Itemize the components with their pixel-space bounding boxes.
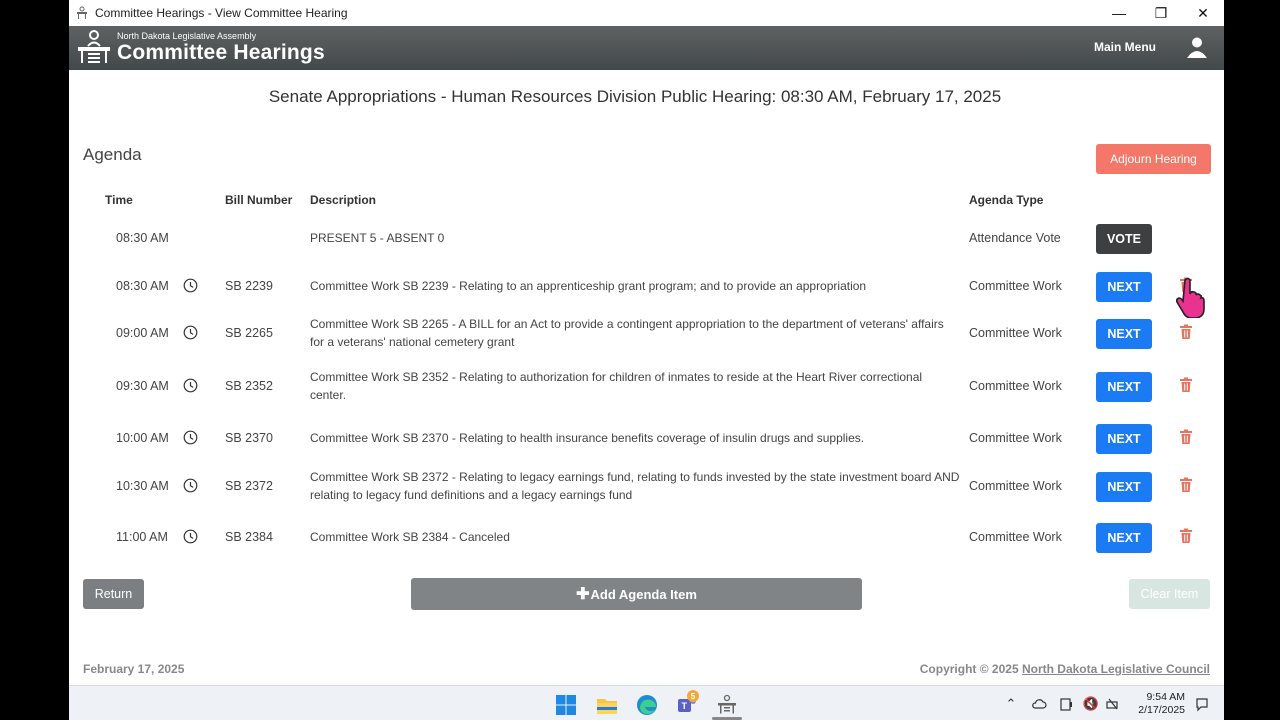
plus-icon: ✚	[576, 586, 590, 603]
edge-browser-icon[interactable]	[636, 694, 658, 716]
add-agenda-item-label: Add Agenda Item	[590, 586, 697, 602]
trash-icon[interactable]	[1179, 377, 1193, 393]
hearing-title: Senate Appropriations - Human Resources …	[268, 87, 1002, 106]
row-time: 11:00 AM	[116, 530, 168, 544]
next-button[interactable]: NEXT	[1096, 472, 1152, 502]
agenda-heading: Agenda	[83, 145, 142, 164]
footer-date: February 17, 2025	[83, 662, 185, 676]
app-window: Committee Hearings - View Committee Hear…	[69, 0, 1224, 720]
brand[interactable]: North Dakota Legislative Assembly Commit…	[75, 28, 325, 66]
next-button[interactable]: NEXT	[1096, 424, 1152, 454]
app-name: Committee Hearings	[117, 41, 325, 64]
row-time: 10:30 AM	[116, 479, 169, 493]
volume-muted-icon[interactable]: 🔇	[1083, 696, 1099, 712]
table-row: 10:30 AM SB 2372 Committee Work SB 2372 - …	[69, 463, 1224, 509]
vote-button[interactable]: VOTE	[1096, 224, 1152, 254]
row-description: Committee Work SB 2384 - Canceled	[310, 530, 510, 544]
main-menu-link[interactable]: Main Menu	[1094, 40, 1156, 54]
app-header: North Dakota Legislative Assembly Commit…	[69, 26, 1224, 70]
col-time: Time	[105, 193, 133, 207]
col-description: Description	[310, 193, 377, 207]
network-icon[interactable]	[1105, 696, 1121, 712]
row-time: 08:30 AM	[116, 231, 169, 245]
row-agenda-type: Committee Work	[969, 279, 1062, 293]
row-time: 09:00 AM	[116, 326, 169, 340]
council-link[interactable]: North Dakota Legislative Council	[1022, 662, 1210, 676]
committee-hearings-app-icon[interactable]	[716, 694, 738, 716]
row-bill-number: SB 2372	[225, 479, 273, 493]
row-bill-number: SB 2384	[225, 530, 273, 544]
row-description: Committee Work SB 2352 - Relating to aut…	[310, 370, 923, 402]
teams-badge: 5	[687, 690, 699, 702]
trash-icon[interactable]	[1179, 528, 1193, 544]
clock-icon[interactable]	[183, 278, 198, 293]
row-description: PRESENT 5 - ABSENT 0	[310, 231, 445, 245]
row-description: Committee Work SB 2372 - Relating to leg…	[310, 470, 960, 502]
trash-icon[interactable]	[1179, 324, 1193, 340]
notifications-icon[interactable]	[1194, 696, 1210, 712]
user-icon[interactable]	[1186, 36, 1208, 58]
copyright-text: Copyright © 2025	[919, 662, 1022, 676]
show-hidden-icons-icon[interactable]: ⌃	[1003, 696, 1019, 712]
next-button[interactable]: NEXT	[1096, 372, 1152, 402]
clock-icon[interactable]	[183, 378, 198, 393]
app-logo-icon	[75, 6, 89, 20]
row-agenda-type: Attendance Vote	[969, 231, 1061, 245]
minimize-icon[interactable]: —	[1098, 0, 1140, 26]
table-row: 08:30 AM SB 2239 Committee Work SB 2239 - …	[69, 263, 1224, 309]
taskbar-date: 2/17/2025	[1138, 704, 1185, 716]
trash-icon[interactable]	[1179, 429, 1193, 445]
svg-text:T: T	[682, 701, 688, 711]
clock-icon[interactable]	[183, 529, 198, 544]
row-bill-number: SB 2265	[225, 326, 273, 340]
restore-icon[interactable]: ❐	[1140, 0, 1182, 26]
clock-icon[interactable]	[183, 478, 198, 493]
return-button[interactable]: Return	[83, 579, 144, 609]
col-agenda-type: Agenda Type	[969, 193, 1044, 207]
add-agenda-item-button[interactable]: ✚ Add Agenda Item	[411, 578, 862, 610]
legislature-logo-icon	[78, 30, 110, 63]
row-bill-number: SB 2370	[225, 431, 273, 445]
row-time: 10:00 AM	[116, 431, 169, 445]
taskbar-clock[interactable]: 9:54 AM 2/17/2025	[1133, 691, 1185, 717]
hand-cursor-icon	[1176, 277, 1205, 318]
row-agenda-type: Committee Work	[969, 431, 1062, 445]
window-title: Committee Hearings - View Committee Hear…	[95, 6, 348, 20]
row-time: 08:30 AM	[116, 279, 169, 293]
file-explorer-icon[interactable]	[596, 694, 618, 716]
row-bill-number: SB 2239	[225, 279, 273, 293]
table-row: 08:30 AM PRESENT 5 - ABSENT 0 Attendance V…	[69, 215, 1224, 261]
trash-icon[interactable]	[1179, 477, 1193, 493]
row-bill-number: SB 2352	[225, 379, 273, 393]
row-agenda-type: Committee Work	[969, 326, 1062, 340]
clear-item-button[interactable]: Clear Item	[1129, 579, 1210, 609]
clock-icon[interactable]	[183, 430, 198, 445]
row-description: Committee Work SB 2239 - Relating to an …	[310, 279, 867, 293]
col-bill-number: Bill Number	[225, 193, 293, 207]
adjourn-hearing-button[interactable]: Adjourn Hearing	[1096, 144, 1211, 174]
clock-icon[interactable]	[183, 325, 198, 340]
window-titlebar: Committee Hearings - View Committee Hear…	[69, 0, 1224, 26]
row-agenda-type: Committee Work	[969, 530, 1062, 544]
taskbar: T 5 ⌃ 🔇 9:54 AM 2/17/2025	[69, 685, 1224, 720]
battery-icon[interactable]	[1059, 696, 1075, 712]
row-description: Committee Work SB 2370 - Relating to hea…	[310, 431, 865, 445]
close-icon[interactable]: ✕	[1182, 0, 1224, 26]
row-agenda-type: Committee Work	[969, 479, 1062, 493]
windows-start-icon[interactable]	[555, 694, 577, 716]
next-button[interactable]: NEXT	[1096, 319, 1152, 349]
next-button[interactable]: NEXT	[1096, 523, 1152, 553]
row-time: 09:30 AM	[116, 379, 169, 393]
org-name: North Dakota Legislative Assembly	[117, 31, 257, 41]
table-row: 09:30 AM SB 2352 Committee Work SB 2352 - …	[69, 363, 1224, 409]
table-row: 11:00 AM SB 2384 Committee Work SB 2384 - …	[69, 514, 1224, 560]
row-agenda-type: Committee Work	[969, 379, 1062, 393]
copyright: Copyright © 2025 North Dakota Legislativ…	[920, 662, 1210, 676]
taskbar-time: 9:54 AM	[1146, 691, 1185, 703]
cloud-sync-icon[interactable]	[1031, 696, 1047, 712]
table-row: 09:00 AM SB 2265 Committee Work SB 2265 - …	[69, 310, 1224, 356]
row-description: Committee Work SB 2265 - A BILL for an A…	[310, 317, 944, 349]
next-button[interactable]: NEXT	[1096, 272, 1152, 302]
table-row: 10:00 AM SB 2370 Committee Work SB 2370 - …	[69, 415, 1224, 461]
